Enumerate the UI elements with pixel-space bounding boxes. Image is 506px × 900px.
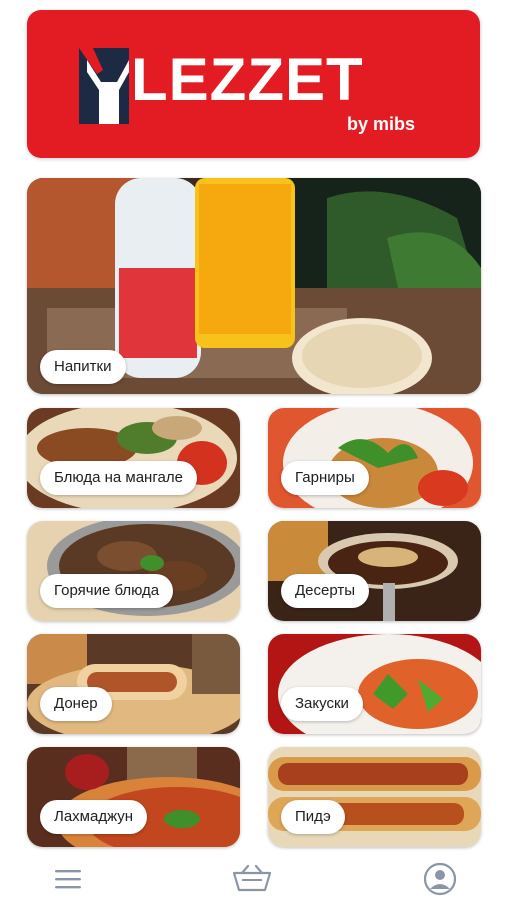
category-label: Донер <box>40 687 112 721</box>
category-tile-pide[interactable]: Пидэ <box>268 747 481 847</box>
category-tile-sides[interactable]: Гарниры <box>268 408 481 508</box>
category-label: Гарниры <box>281 461 369 495</box>
category-label: Напитки <box>40 350 126 384</box>
logo-wordmark: LEZZET <box>131 46 364 113</box>
category-label: Лахмаджун <box>40 800 148 834</box>
logo-subtitle: by mibs <box>347 114 416 134</box>
category-label: Горячие блюда <box>40 574 174 608</box>
brand-banner: LEZZET by mibs <box>27 10 480 158</box>
bull-logo-icon <box>79 48 129 124</box>
category-label: Десерты <box>281 574 370 608</box>
category-tile-snacks[interactable]: Закуски <box>268 634 481 734</box>
category-label: Закуски <box>281 687 363 721</box>
basket-icon[interactable] <box>232 864 272 892</box>
menu-icon[interactable] <box>55 868 81 890</box>
category-tile-grill[interactable]: Блюда на мангале <box>27 408 240 508</box>
category-tile-desserts[interactable]: Десерты <box>268 521 481 621</box>
category-tile-hot-dishes[interactable]: Горячие блюда <box>27 521 240 621</box>
category-tile-drinks[interactable]: Напитки <box>27 178 481 394</box>
category-label: Блюда на мангале <box>40 461 197 495</box>
category-tile-doner[interactable]: Донер <box>27 634 240 734</box>
category-label: Пидэ <box>281 800 345 834</box>
profile-icon[interactable] <box>423 862 457 896</box>
category-tile-lahmacun[interactable]: Лахмаджун <box>27 747 240 847</box>
